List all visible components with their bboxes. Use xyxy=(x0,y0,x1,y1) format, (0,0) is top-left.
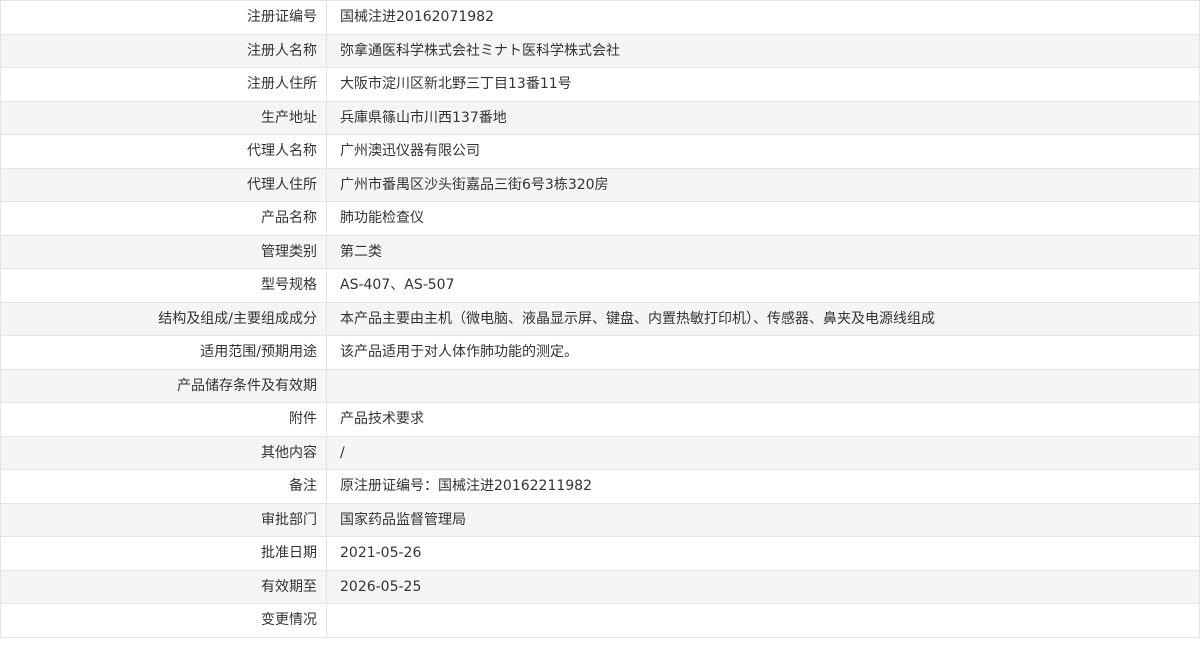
registration-record-table: 注册证编号 国械注进20162071982 注册人名称 弥拿通医科学株式会社ミナ… xyxy=(0,0,1200,638)
row-value: 产品技术要求 xyxy=(327,403,1200,436)
row-value: 广州市番禺区沙头街嘉品三街6号3栋320房 xyxy=(327,168,1200,201)
table-row-remarks: 备注 原注册证编号：国械注进20162211982 xyxy=(1,470,1200,504)
table-row-other-content: 其他内容 / xyxy=(1,436,1200,470)
table-row-registrant-address: 注册人住所 大阪市淀川区新北野三丁目13番11号 xyxy=(1,68,1200,102)
row-value xyxy=(327,369,1200,402)
table-row-production-address: 生产地址 兵庫県篠山市川西137番地 xyxy=(1,101,1200,135)
row-label: 代理人名称 xyxy=(1,135,327,168)
table-row-valid-until: 有效期至 2026-05-25 xyxy=(1,570,1200,604)
table-row-intended-use: 适用范围/预期用途 该产品适用于对人体作肺功能的测定。 xyxy=(1,336,1200,370)
table-row-attachment: 附件 产品技术要求 xyxy=(1,403,1200,437)
row-label: 附件 xyxy=(1,403,327,436)
table-row-product-name: 产品名称 肺功能检查仪 xyxy=(1,202,1200,236)
row-label: 批准日期 xyxy=(1,537,327,570)
row-label: 结构及组成/主要组成成分 xyxy=(1,302,327,335)
row-value: 肺功能检查仪 xyxy=(327,202,1200,235)
row-value: 国械注进20162071982 xyxy=(327,1,1200,34)
row-label: 代理人住所 xyxy=(1,168,327,201)
row-label: 变更情况 xyxy=(1,604,327,637)
table-row-agent-address: 代理人住所 广州市番禺区沙头街嘉品三街6号3栋320房 xyxy=(1,168,1200,202)
table-row-change-status: 变更情况 xyxy=(1,604,1200,638)
row-value: 本产品主要由主机（微电脑、液晶显示屏、键盘、内置热敏打印机）、传感器、鼻夹及电源… xyxy=(327,302,1200,335)
table-row-approval-department: 审批部门 国家药品监督管理局 xyxy=(1,503,1200,537)
row-value: 国家药品监督管理局 xyxy=(327,503,1200,536)
row-value: / xyxy=(327,436,1200,469)
table-row-registrant-name: 注册人名称 弥拿通医科学株式会社ミナト医科学株式会社 xyxy=(1,34,1200,68)
row-value: 兵庫県篠山市川西137番地 xyxy=(327,101,1200,134)
row-label: 适用范围/预期用途 xyxy=(1,336,327,369)
row-value: AS-407、AS-507 xyxy=(327,269,1200,302)
row-value: 大阪市淀川区新北野三丁目13番11号 xyxy=(327,68,1200,101)
row-label: 其他内容 xyxy=(1,436,327,469)
table-row-management-category: 管理类别 第二类 xyxy=(1,235,1200,269)
row-value: 广州澳迅仪器有限公司 xyxy=(327,135,1200,168)
row-label: 注册人住所 xyxy=(1,68,327,101)
row-label: 注册证编号 xyxy=(1,1,327,34)
row-label: 有效期至 xyxy=(1,570,327,603)
row-value: 2021-05-26 xyxy=(327,537,1200,570)
row-label: 产品储存条件及有效期 xyxy=(1,369,327,402)
row-label: 备注 xyxy=(1,470,327,503)
row-value: 第二类 xyxy=(327,235,1200,268)
table-row-approval-date: 批准日期 2021-05-26 xyxy=(1,537,1200,571)
table-row-registration-number: 注册证编号 国械注进20162071982 xyxy=(1,1,1200,35)
row-value xyxy=(327,604,1200,637)
row-label: 管理类别 xyxy=(1,235,327,268)
row-label: 注册人名称 xyxy=(1,34,327,67)
row-label: 生产地址 xyxy=(1,101,327,134)
row-value: 该产品适用于对人体作肺功能的测定。 xyxy=(327,336,1200,369)
table-row-agent-name: 代理人名称 广州澳迅仪器有限公司 xyxy=(1,135,1200,169)
table-row-model-spec: 型号规格 AS-407、AS-507 xyxy=(1,269,1200,303)
row-value: 2026-05-25 xyxy=(327,570,1200,603)
row-value: 原注册证编号：国械注进20162211982 xyxy=(327,470,1200,503)
row-label: 审批部门 xyxy=(1,503,327,536)
row-value: 弥拿通医科学株式会社ミナト医科学株式会社 xyxy=(327,34,1200,67)
row-label: 型号规格 xyxy=(1,269,327,302)
table-row-structure-composition: 结构及组成/主要组成成分 本产品主要由主机（微电脑、液晶显示屏、键盘、内置热敏打… xyxy=(1,302,1200,336)
table-row-storage-validity: 产品储存条件及有效期 xyxy=(1,369,1200,403)
row-label: 产品名称 xyxy=(1,202,327,235)
